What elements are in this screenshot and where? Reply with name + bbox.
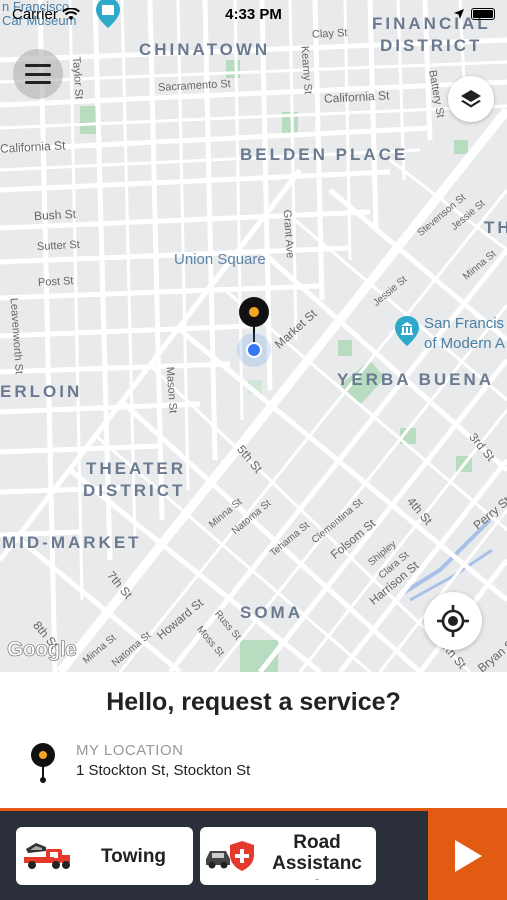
status-time: 4:33 PM <box>225 5 282 23</box>
district-label: TH <box>484 218 507 237</box>
location-caption: MY LOCATION <box>76 742 184 759</box>
poi-label: Union Square <box>174 251 266 268</box>
towing-button[interactable]: Towing <box>16 827 193 885</box>
district-label: DISTRICT <box>83 481 186 500</box>
location-pin-icon <box>31 743 55 783</box>
battery-icon <box>471 8 495 20</box>
district-label: THEATER <box>86 459 187 478</box>
district-label: SOMA <box>240 603 303 622</box>
street-label: Sutter St <box>36 238 81 254</box>
poi-label: San Francis <box>424 315 505 332</box>
district-label: YERBA BUENA <box>337 370 495 389</box>
map-view[interactable]: CHINATOWN FINANCIAL DISTRICT BELDEN PLAC… <box>0 0 507 672</box>
road-assistance-button[interactable]: Road Assistanc e <box>200 827 376 885</box>
road-assistance-label: Road Assistanc e <box>272 832 362 880</box>
play-arrow-icon <box>454 839 482 872</box>
poi-label: of Modern A <box>424 335 505 352</box>
street-label: Bush St <box>33 206 77 224</box>
status-bar: Carrier 4:33 PM <box>0 0 507 28</box>
road-assistance-icon <box>206 841 254 871</box>
district-label: CHINATOWN <box>139 40 271 59</box>
service-bar: Towing Road Assistanc e <box>0 811 507 900</box>
district-label: MID-MARKET <box>2 533 142 552</box>
hamburger-icon <box>25 64 51 84</box>
district-label: DISTRICT <box>380 36 483 55</box>
submit-request-button[interactable] <box>428 811 507 900</box>
sheet-headline: Hello, request a service? <box>106 688 401 716</box>
carrier-label: Carrier <box>12 5 58 23</box>
district-label: ERLOIN <box>0 382 83 401</box>
museum-icon <box>395 316 419 351</box>
crosshair-icon <box>437 605 469 637</box>
street-label: Post St <box>37 275 74 289</box>
wifi-icon <box>61 7 80 20</box>
tow-truck-icon <box>24 843 70 869</box>
layers-icon <box>461 90 481 108</box>
my-location-button[interactable] <box>424 592 482 650</box>
district-label: BELDEN PLACE <box>240 145 409 164</box>
location-address: 1 Stockton St, Stockton St <box>76 762 251 779</box>
menu-button[interactable] <box>13 49 63 99</box>
map-layers-button[interactable] <box>448 76 494 122</box>
google-attribution: Google <box>7 638 77 662</box>
current-location-dot-icon <box>236 332 272 373</box>
street-label: Clay St <box>311 27 348 41</box>
location-arrow-icon <box>454 9 464 19</box>
my-location-row[interactable]: MY LOCATION 1 Stockton St, Stockton St <box>28 742 250 786</box>
towing-label: Towing <box>100 845 167 867</box>
